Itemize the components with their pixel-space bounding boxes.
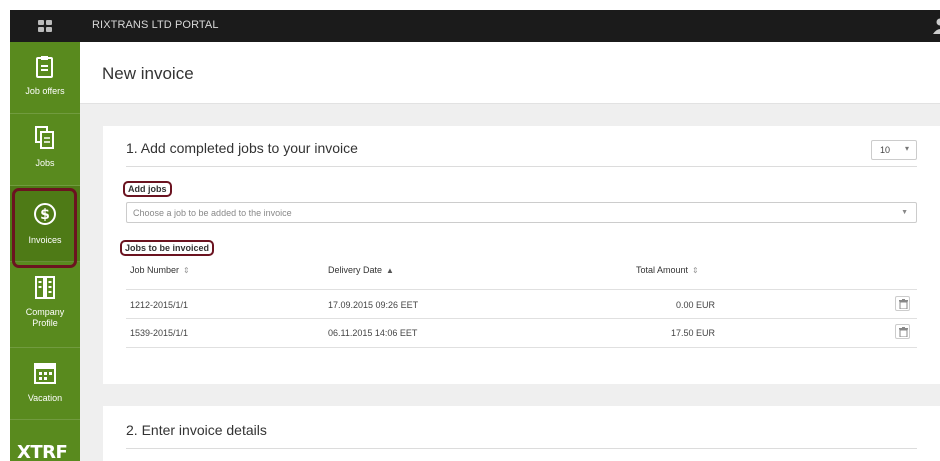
- sort-icon: ⇕: [692, 266, 699, 275]
- divider: [126, 448, 917, 449]
- section-title: 1. Add completed jobs to your invoice: [126, 140, 358, 156]
- main-content: New invoice 1. Add completed jobs to you…: [80, 42, 940, 461]
- divider: [126, 289, 917, 290]
- sidebar-item-vacation[interactable]: Vacation: [10, 348, 80, 420]
- section-title: 2. Enter invoice details: [126, 422, 267, 438]
- job-select-placeholder: Choose a job to be added to the invoice: [133, 208, 292, 218]
- delete-row-button[interactable]: [895, 324, 910, 339]
- sidebar: Job offers Jobs $ Invoices Company Profi…: [10, 10, 80, 461]
- column-header-label: Delivery Date: [328, 265, 383, 275]
- jobs-to-be-invoiced-label: Jobs to be invoiced: [120, 240, 215, 256]
- column-header-label: Job Number: [130, 265, 180, 275]
- xtrf-logo: XTRF: [17, 442, 68, 461]
- sidebar-item-job-offers[interactable]: Job offers: [10, 42, 80, 114]
- cell-job-number: 1539-2015/1/1: [130, 328, 189, 338]
- sidebar-item-label: Company Profile: [25, 307, 65, 328]
- invoices-highlight-frame: [12, 188, 77, 268]
- cell-delivery-date: 06.11.2015 14:06 EET: [328, 328, 418, 338]
- sidebar-item-label: Job offers: [25, 86, 65, 96]
- add-jobs-card: 1. Add completed jobs to your invoice 10…: [103, 126, 940, 384]
- sort-ascending-icon: ▲: [386, 266, 394, 275]
- column-header-label: Total Amount: [636, 265, 689, 275]
- column-header-total-amount[interactable]: Total Amount ⇕: [636, 265, 699, 275]
- cell-total-amount: 0.00 EUR: [675, 300, 715, 310]
- cell-delivery-date: 17.09.2015 09:26 EET: [328, 300, 419, 310]
- calendar-icon: [34, 363, 56, 384]
- sort-icon: ⇕: [183, 266, 190, 275]
- divider: [126, 166, 917, 167]
- add-jobs-label: Add jobs: [123, 181, 172, 197]
- invoice-details-card: 2. Enter invoice details: [103, 406, 940, 461]
- top-bar: RIXTRANS LTD PORTAL: [80, 10, 940, 42]
- trash-icon: [899, 299, 908, 309]
- chevron-down-icon: ▼: [901, 209, 908, 216]
- job-select[interactable]: Choose a job to be added to the invoice …: [126, 202, 917, 223]
- sidebar-header: [10, 10, 80, 42]
- sidebar-item-company-profile[interactable]: Company Profile: [10, 262, 80, 348]
- company-profile-icon: [35, 276, 55, 299]
- page-header: New invoice: [80, 42, 940, 104]
- delete-row-button[interactable]: [895, 296, 910, 311]
- cell-job-number: 1212-2015/1/1: [130, 300, 189, 310]
- sidebar-item-jobs[interactable]: Jobs: [10, 114, 80, 186]
- apps-grid-icon[interactable]: [38, 20, 52, 32]
- page-size-select[interactable]: 10 ▾: [871, 140, 917, 160]
- app-root: RIXTRANS LTD PORTAL Job offers Jobs $ In…: [0, 0, 940, 461]
- page-size-value: 10: [880, 145, 891, 155]
- sidebar-item-label: Vacation: [27, 393, 63, 403]
- divider: [126, 347, 917, 348]
- portal-title: RIXTRANS LTD PORTAL: [92, 19, 219, 31]
- cell-total-amount: 17.50 EUR: [670, 328, 715, 338]
- column-header-job-number[interactable]: Job Number ⇕: [130, 265, 190, 275]
- page-title: New invoice: [102, 64, 194, 83]
- jobs-icon: [35, 126, 54, 149]
- sidebar-item-label: Jobs: [35, 158, 55, 168]
- job-offers-icon: [36, 56, 53, 78]
- column-header-delivery-date[interactable]: Delivery Date ▲: [328, 265, 394, 275]
- trash-icon: [899, 327, 908, 337]
- user-icon[interactable]: [932, 18, 940, 34]
- divider: [126, 318, 917, 319]
- chevron-down-icon: ▾: [904, 144, 909, 153]
